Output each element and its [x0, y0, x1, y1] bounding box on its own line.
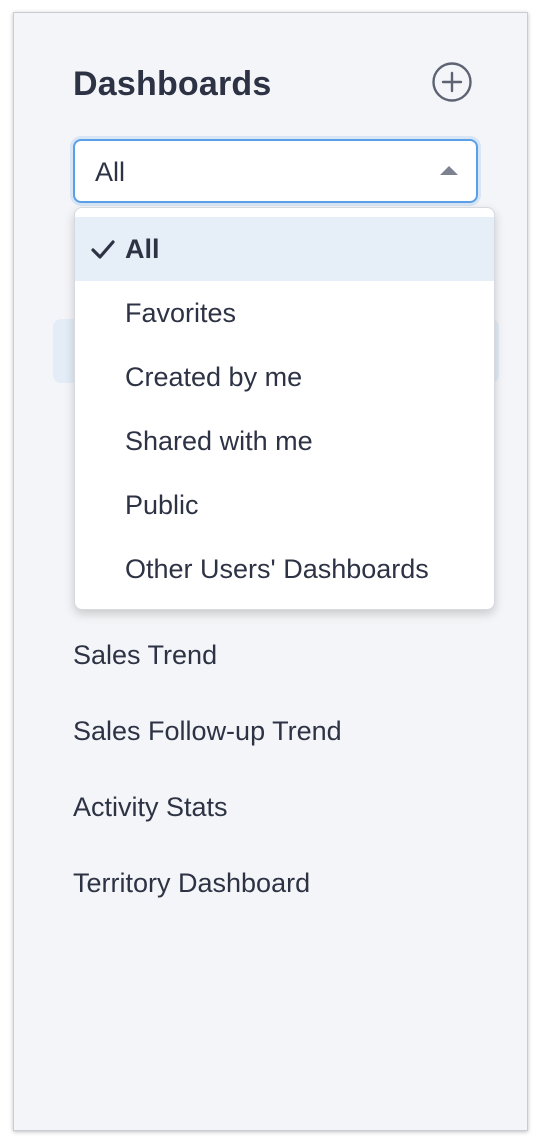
- dashboard-item-sales-follow-up-trend[interactable]: Sales Follow-up Trend: [73, 703, 342, 779]
- plus-circle-icon: [432, 62, 472, 102]
- caret-up-icon: [440, 166, 458, 175]
- check-icon: [91, 240, 115, 259]
- filter-option-public[interactable]: Public: [75, 473, 494, 537]
- page-title: Dashboards: [73, 65, 272, 103]
- filter-option-label: All: [125, 234, 160, 264]
- add-dashboard-button[interactable]: [432, 62, 472, 102]
- dashboard-list: Sales Trend Sales Follow-up Trend Activi…: [73, 627, 342, 931]
- filter-selected-value: All: [95, 157, 126, 187]
- filter-option-created-by-me[interactable]: Created by me: [75, 345, 494, 409]
- dashboard-item-activity-stats[interactable]: Activity Stats: [73, 779, 342, 855]
- filter-option-label: Shared with me: [125, 426, 313, 456]
- filter-option-favorites[interactable]: Favorites: [75, 281, 494, 345]
- filter-option-label: Public: [125, 490, 199, 520]
- filter-option-shared-with-me[interactable]: Shared with me: [75, 409, 494, 473]
- filter-option-label: Other Users' Dashboards: [125, 554, 429, 584]
- dashboards-panel: Dashboards All Sales Trend Sales Follow-…: [13, 12, 528, 1131]
- filter-dropdown-menu: All Favorites Created by me Shared with …: [74, 207, 495, 610]
- filter-option-all[interactable]: All: [75, 217, 494, 281]
- dashboard-filter-select[interactable]: All: [73, 139, 478, 203]
- dashboard-item-territory-dashboard[interactable]: Territory Dashboard: [73, 855, 342, 931]
- filter-option-other-users-dashboards[interactable]: Other Users' Dashboards: [75, 537, 494, 601]
- filter-option-label: Favorites: [125, 298, 237, 328]
- filter-option-label: Created by me: [125, 362, 303, 392]
- dashboard-item-sales-trend[interactable]: Sales Trend: [73, 627, 342, 703]
